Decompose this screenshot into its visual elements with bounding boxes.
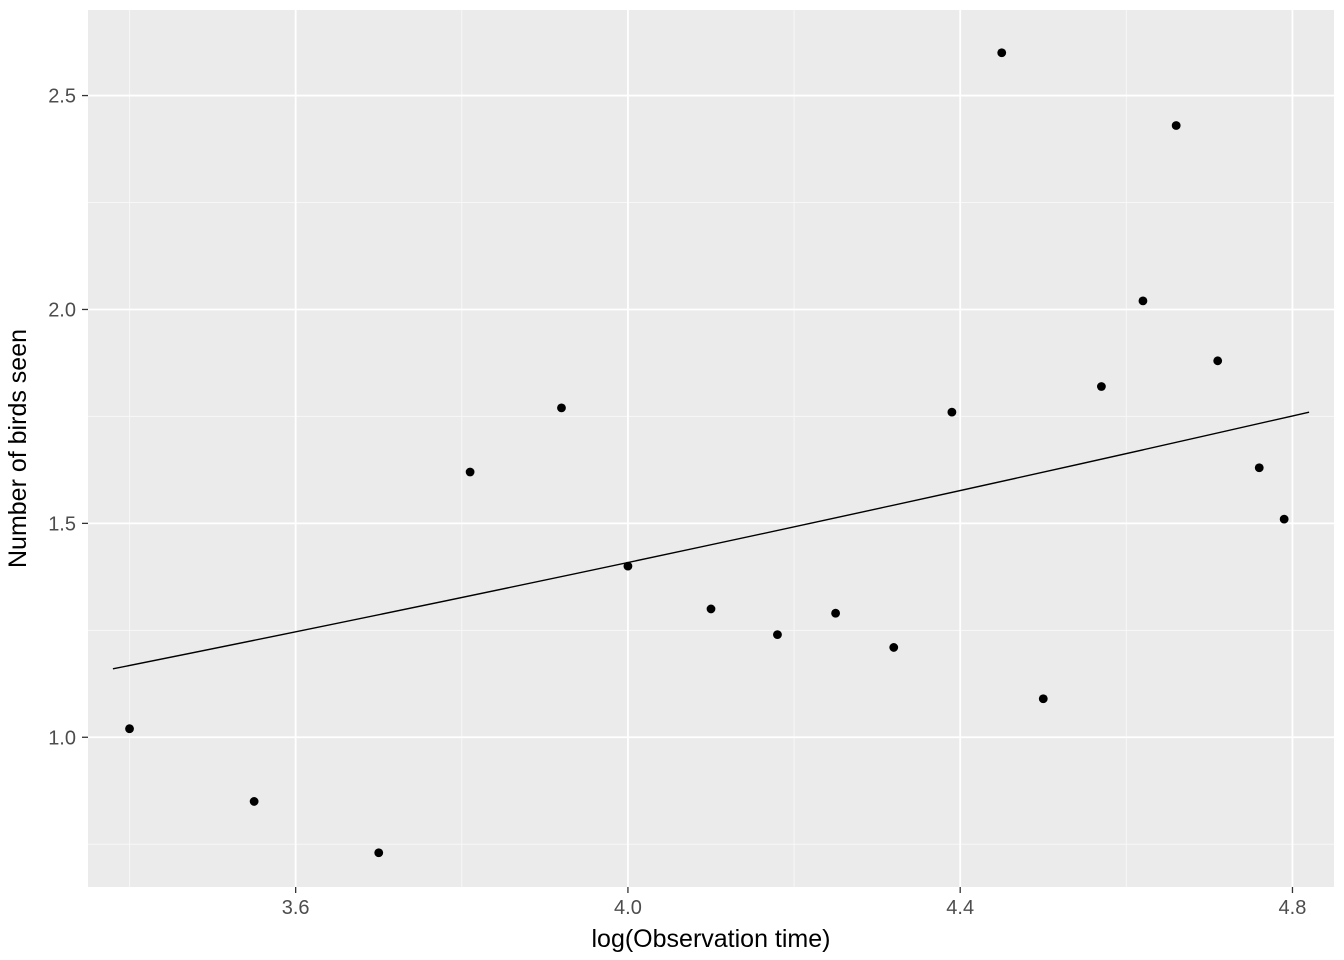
data-point	[1255, 463, 1264, 472]
scatter-chart: 3.6 4.0 4.4 4.8 1.0 1.5 2.0 2.5 log(Observation …	[0, 0, 1344, 960]
data-point	[466, 468, 475, 477]
data-point	[997, 48, 1006, 57]
data-point	[889, 643, 898, 652]
x-tick-label: 4.8	[1279, 897, 1307, 919]
data-point	[125, 724, 134, 733]
data-point	[557, 403, 566, 412]
data-point	[1039, 694, 1048, 703]
data-point	[831, 609, 840, 618]
chart-svg: 3.6 4.0 4.4 4.8 1.0 1.5 2.0 2.5 log(Observation …	[0, 0, 1344, 960]
x-axis-label: log(Observation time)	[592, 925, 831, 953]
y-axis-label: Number of birds seen	[4, 329, 32, 568]
x-tick-label: 4.0	[614, 897, 642, 919]
y-tick-label: 1.5	[48, 513, 76, 535]
x-tick-label: 3.6	[282, 897, 310, 919]
data-point	[1280, 515, 1289, 524]
data-point	[707, 605, 716, 614]
data-point	[1213, 356, 1222, 365]
data-point	[374, 848, 383, 857]
x-tick-label: 4.4	[946, 897, 974, 919]
y-tick-label: 2.0	[48, 299, 76, 321]
y-tick-label: 1.0	[48, 727, 76, 749]
data-point	[250, 797, 259, 806]
y-tick-label: 2.5	[48, 86, 76, 108]
data-point	[1139, 297, 1148, 306]
data-point	[624, 562, 633, 571]
data-point	[1097, 382, 1106, 391]
data-point	[1172, 121, 1181, 130]
data-point	[947, 408, 956, 417]
data-point	[773, 630, 782, 639]
